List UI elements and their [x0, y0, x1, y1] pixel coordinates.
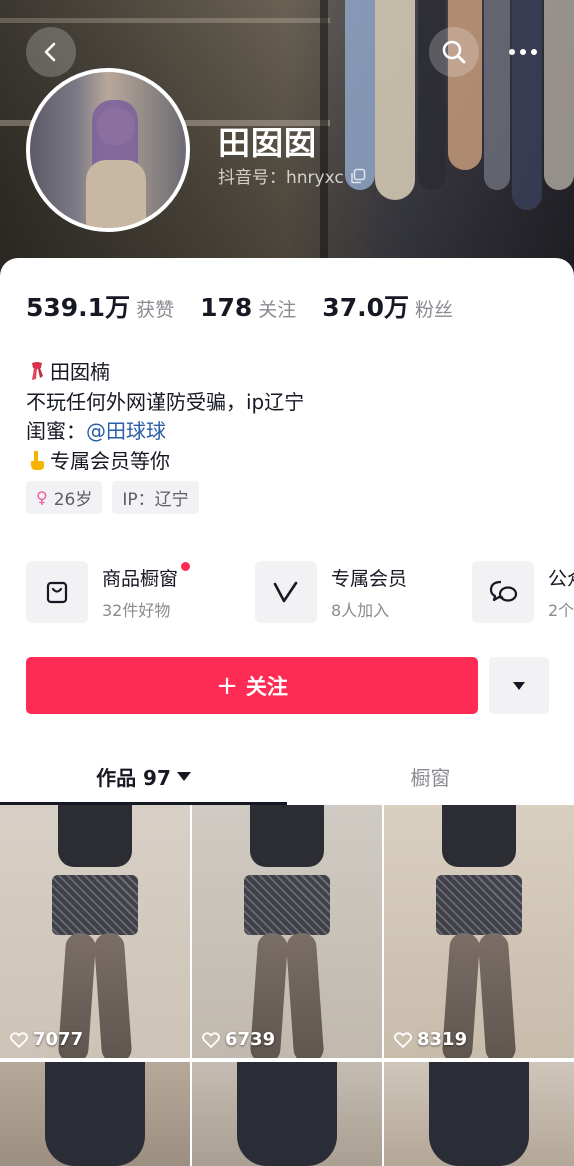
- ip-text: IP：辽宁: [122, 490, 189, 510]
- content-tabs: 作品 97 橱窗: [0, 748, 574, 805]
- bio-line: 闺蜜：@田球球: [26, 417, 304, 447]
- back-button[interactable]: [26, 27, 76, 77]
- banner-garment: [544, 0, 574, 190]
- bio-line: 田囡楠: [26, 358, 304, 388]
- like-count: 6739: [202, 1029, 275, 1050]
- scarf-emoji-icon: [32, 362, 43, 380]
- shop-bag-icon: [26, 561, 88, 623]
- more-button[interactable]: [498, 27, 548, 77]
- service-title: 专属会员: [331, 567, 408, 590]
- service-title: 商品橱窗: [102, 561, 191, 591]
- tab-works-label: 作品 97: [96, 765, 171, 790]
- caret-down-icon: [176, 771, 191, 781]
- banner-garment: [418, 0, 446, 190]
- like-count-value: 7077: [33, 1029, 84, 1050]
- bio: 田囡楠 不玩任何外网谨防受骗，ip辽宁 闺蜜：@田球球 专属会员等你: [26, 358, 304, 476]
- video-thumbnail[interactable]: [192, 1062, 382, 1166]
- tab-shop-window[interactable]: 橱窗: [287, 748, 574, 804]
- back-icon: [44, 42, 56, 62]
- video-thumbnail[interactable]: 6739: [192, 805, 382, 1058]
- heart-icon: [394, 1031, 412, 1048]
- douyin-id[interactable]: 抖音号：hnryxc: [218, 163, 366, 188]
- banner-shelf-top: [0, 18, 330, 23]
- avatar[interactable]: [26, 68, 190, 232]
- like-count-value: 8319: [417, 1029, 468, 1050]
- tab-window-label: 橱窗: [410, 765, 451, 790]
- search-button[interactable]: [429, 27, 479, 77]
- stat-followers-label: 粉丝: [414, 299, 453, 321]
- copy-icon[interactable]: [350, 168, 366, 184]
- service-subtitle: 32件好物: [102, 600, 171, 620]
- pointing-down-emoji-icon: [31, 450, 44, 470]
- follow-button[interactable]: + 关注: [26, 657, 478, 714]
- stat-following-label: 关注: [258, 299, 297, 321]
- stat-following-value: 178: [200, 293, 253, 322]
- bio-name: 田囡楠: [50, 360, 110, 384]
- douyin-id-text: 抖音号：hnryxc: [218, 168, 344, 188]
- stat-likes-value: 539.1万: [26, 293, 131, 322]
- bio-mention-link[interactable]: @田球球: [86, 419, 166, 443]
- video-grid: 7077 6739 8319: [0, 805, 574, 1166]
- vip-v-icon: [255, 561, 317, 623]
- service-shop-window[interactable]: 商品橱窗 32件好物: [26, 561, 191, 623]
- follow-label: 关注: [245, 674, 288, 699]
- chat-bubbles-icon: [472, 561, 534, 623]
- ip-tag: IP：辽宁: [112, 481, 199, 514]
- stat-followers[interactable]: 37.0万 粉丝: [322, 288, 453, 324]
- notification-dot: [181, 561, 191, 571]
- bio-vip-text: 专属会员等你: [50, 448, 170, 473]
- stat-likes-label: 获赞: [136, 299, 175, 321]
- like-count: 8319: [394, 1029, 467, 1050]
- banner-garment: [448, 0, 482, 170]
- heart-icon: [10, 1031, 28, 1048]
- recommend-dropdown-button[interactable]: [489, 657, 549, 714]
- service-vip[interactable]: 专属会员 8人加入: [255, 561, 407, 623]
- stat-followers-value: 37.0万: [322, 293, 409, 322]
- banner-garment: [484, 0, 510, 190]
- bio-line: 不玩任何外网谨防受骗，ip辽宁: [26, 389, 305, 414]
- display-name: 田囡囡: [218, 124, 318, 162]
- video-thumbnail[interactable]: [384, 1062, 574, 1166]
- bio-line: 专属会员等你: [26, 447, 304, 477]
- like-count: 7077: [10, 1029, 83, 1050]
- banner-garment: [375, 0, 415, 200]
- service-group[interactable]: 公众 2个: [472, 561, 574, 623]
- search-icon: [442, 40, 466, 64]
- female-gender-icon: ♀: [36, 488, 48, 507]
- like-count-value: 6739: [225, 1029, 276, 1050]
- stat-following[interactable]: 178 关注: [200, 293, 296, 322]
- video-thumbnail[interactable]: 8319: [384, 805, 574, 1058]
- video-thumbnail[interactable]: 7077: [0, 805, 190, 1058]
- banner-garment: [345, 0, 375, 190]
- tab-works[interactable]: 作品 97: [0, 748, 287, 804]
- caret-down-icon: [513, 681, 525, 690]
- bio-bestie-label: 闺蜜：: [26, 419, 86, 443]
- service-subtitle: 8人加入: [331, 600, 390, 620]
- service-title: 公众: [548, 567, 574, 590]
- plus-icon: +: [216, 670, 238, 701]
- video-thumbnail[interactable]: [0, 1062, 190, 1166]
- more-icon: [509, 49, 537, 55]
- service-subtitle: 2个: [548, 600, 574, 620]
- heart-icon: [202, 1031, 220, 1048]
- profile-tags: ♀ 26岁 IP：辽宁: [26, 481, 199, 514]
- age-text: 26岁: [53, 490, 93, 510]
- banner-clothes-rack: [320, 0, 328, 285]
- stat-likes[interactable]: 539.1万 获赞: [26, 288, 174, 324]
- stats-row: 539.1万 获赞 178 关注 37.0万 粉丝: [26, 288, 479, 324]
- services-row: 商品橱窗 32件好物 专属会员 8人加入 公 2个: [26, 561, 574, 627]
- age-tag: ♀ 26岁: [26, 481, 103, 514]
